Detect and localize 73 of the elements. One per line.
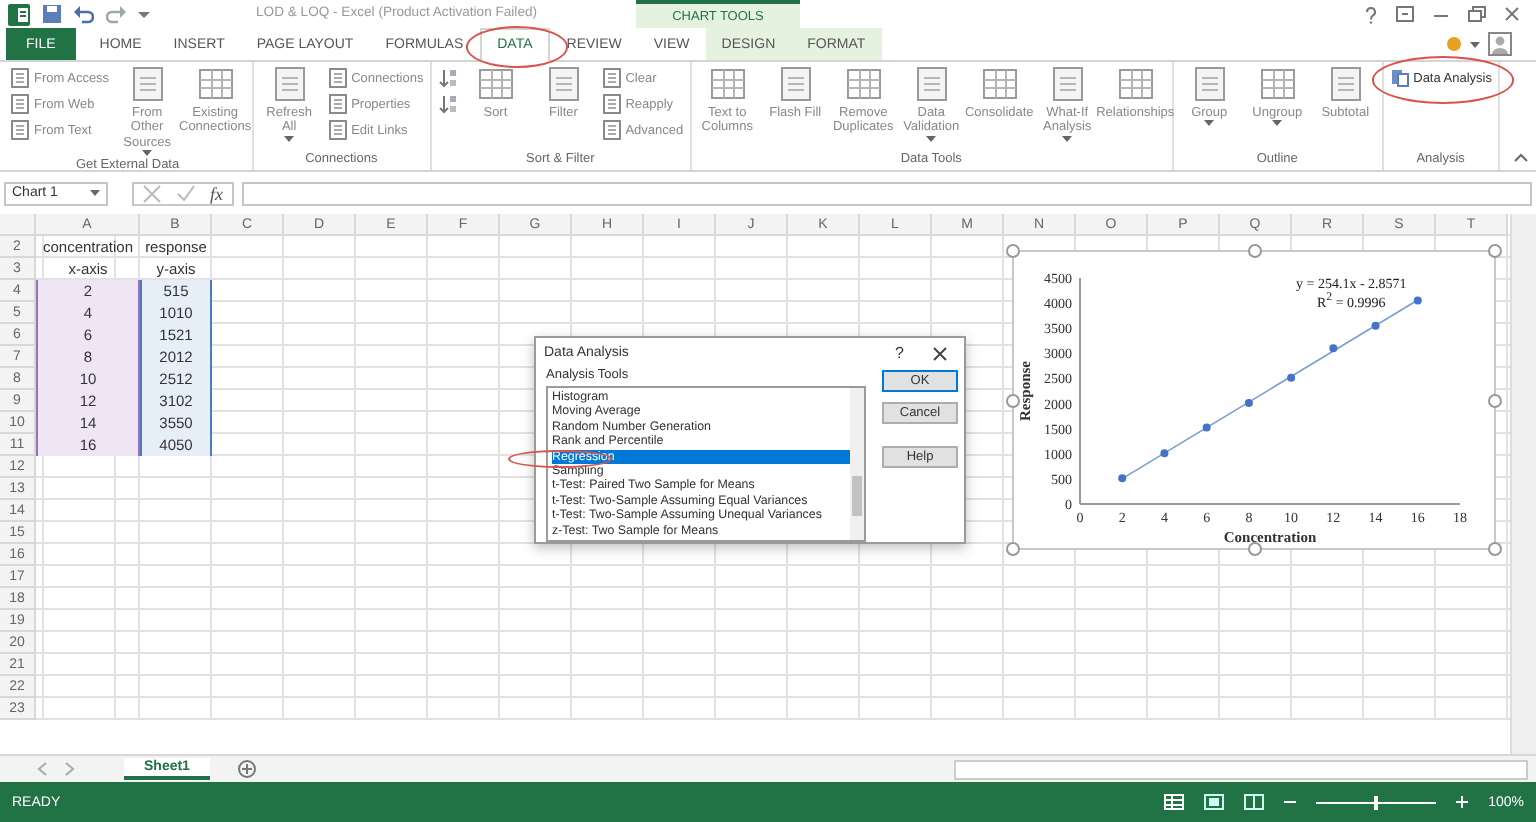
page-layout-view-icon[interactable]	[1204, 794, 1225, 810]
document-icon	[601, 120, 622, 140]
caret-icon	[90, 190, 100, 196]
ribbon-display-icon[interactable]	[1396, 6, 1414, 22]
close-icon[interactable]	[932, 345, 948, 361]
new-sheet-icon[interactable]	[237, 760, 256, 778]
resize-handle[interactable]	[1488, 244, 1502, 258]
zoom-out-icon[interactable]	[1284, 796, 1297, 808]
help-icon[interactable]	[1364, 5, 1378, 23]
data-point	[1287, 373, 1296, 382]
document-icon	[269, 66, 310, 102]
scrollbar[interactable]	[850, 388, 864, 540]
table-icon	[979, 66, 1020, 102]
document-icon	[10, 68, 30, 88]
next-sheet-icon[interactable]	[64, 762, 76, 776]
page-break-view-icon[interactable]	[1244, 794, 1265, 810]
table-icon	[475, 66, 516, 102]
spreadsheet-logo-icon[interactable]	[8, 3, 30, 25]
table-icon	[195, 66, 236, 102]
data-point	[1160, 449, 1169, 458]
document-icon	[1047, 66, 1088, 102]
insert-function-button[interactable]: fx	[210, 183, 223, 203]
resize-handle[interactable]	[1006, 244, 1020, 258]
table-icon	[1257, 66, 1298, 102]
resize-handle[interactable]	[1488, 394, 1502, 408]
table-icon	[707, 66, 748, 102]
redo-icon[interactable]	[106, 4, 126, 24]
collapse-ribbon-icon[interactable]	[1514, 152, 1528, 162]
resize-handle[interactable]	[1006, 542, 1020, 556]
document-icon	[127, 66, 168, 102]
data-point	[1118, 474, 1127, 483]
close-icon[interactable]	[1504, 6, 1520, 22]
document-icon	[10, 94, 30, 114]
zoom-in-icon[interactable]	[1456, 796, 1469, 808]
help-button[interactable]: ?	[895, 344, 904, 362]
data-point	[1202, 423, 1211, 432]
user-avatar-icon[interactable]	[1488, 32, 1512, 56]
data-point	[1244, 398, 1253, 407]
undo-icon[interactable]	[74, 4, 94, 24]
document-icon	[327, 68, 348, 88]
document-icon	[327, 94, 348, 114]
resize-handle[interactable]	[1248, 244, 1262, 258]
scrollbar[interactable]	[954, 759, 1528, 779]
restore-icon[interactable]	[1468, 6, 1486, 22]
data-point	[1371, 321, 1380, 330]
analysis-tools-list[interactable]	[546, 386, 866, 542]
data-point	[1329, 344, 1338, 353]
check-icon[interactable]	[176, 183, 196, 203]
analysis-icon	[1389, 68, 1410, 88]
formula-input[interactable]	[241, 181, 1532, 205]
document-icon	[775, 66, 816, 102]
scrollbar[interactable]	[1510, 214, 1536, 754]
sort-icon[interactable]	[437, 94, 458, 114]
customize-caret-icon[interactable]	[138, 8, 150, 20]
previous-sheet-icon[interactable]	[36, 762, 48, 776]
resize-handle[interactable]	[1488, 542, 1502, 556]
sort-icon[interactable]	[437, 68, 458, 88]
document-icon	[1325, 66, 1366, 102]
document-icon	[911, 66, 952, 102]
document-icon	[327, 120, 348, 140]
document-icon	[601, 68, 622, 88]
caret-icon[interactable]	[1470, 41, 1480, 47]
resize-handle[interactable]	[1006, 394, 1020, 408]
document-icon	[543, 66, 584, 102]
resize-handle[interactable]	[1248, 542, 1262, 556]
table-icon	[843, 66, 884, 102]
save-icon[interactable]	[42, 4, 62, 24]
normal-view-icon[interactable]	[1164, 794, 1185, 810]
document-icon	[601, 94, 622, 114]
data-point	[1413, 296, 1422, 305]
document-icon	[10, 120, 30, 140]
table-icon	[1115, 66, 1156, 102]
document-icon	[1189, 66, 1230, 102]
